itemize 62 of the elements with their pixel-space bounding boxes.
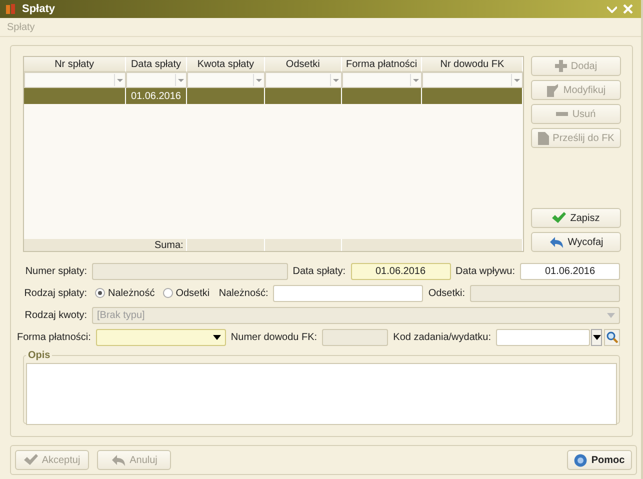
plus-icon <box>554 60 567 72</box>
app-icon <box>6 4 16 14</box>
chevron-down-icon[interactable] <box>607 6 617 12</box>
field-label: Numer spłaty: <box>24 266 87 276</box>
date-field[interactable]: 01.06.2016 <box>520 262 620 280</box>
help-button[interactable]: Pomoc <box>567 450 632 470</box>
dropdown-button[interactable] <box>591 328 602 346</box>
check-icon <box>552 212 566 224</box>
action-button[interactable]: Zapisz <box>531 208 621 228</box>
close-icon[interactable] <box>623 4 633 14</box>
filter-field[interactable] <box>265 72 342 88</box>
group-title: Opis <box>27 350 52 361</box>
column-header[interactable]: Kwota spłaty <box>187 57 266 72</box>
check-icon <box>24 454 38 466</box>
document-icon <box>538 132 549 144</box>
field-label: Data spłaty: <box>292 266 346 276</box>
radio-button[interactable]: Należność <box>95 288 155 298</box>
field-label: Rodzaj spłaty: <box>23 288 87 298</box>
column-header[interactable]: Nr dowodu FK <box>422 57 523 72</box>
field-label: Kod zadania/wydatku: <box>393 332 491 342</box>
dropdown-arrow-icon <box>592 334 600 340</box>
column-header[interactable]: Data spłaty <box>126 57 188 72</box>
table-row[interactable]: 01.06.2016 <box>24 88 523 104</box>
dropdown-arrow-icon <box>607 312 615 318</box>
action-button[interactable]: Wycofaj <box>531 232 621 252</box>
dropdown-icon[interactable] <box>253 74 264 86</box>
dropdown-icon[interactable] <box>114 74 125 86</box>
description-field[interactable] <box>26 363 617 425</box>
field-label: Należność: <box>218 288 268 298</box>
field-label: Data wpływu: <box>456 266 515 276</box>
minus-icon <box>556 112 568 116</box>
search-icon <box>606 331 618 343</box>
column-header[interactable]: Forma płatności <box>342 57 422 72</box>
search-button[interactable] <box>604 328 620 346</box>
filter-field[interactable] <box>422 72 523 88</box>
radio-button[interactable]: Odsetki <box>162 288 210 298</box>
filter-field[interactable] <box>342 72 422 88</box>
help-icon <box>574 454 588 466</box>
field-label: Forma płatności: <box>17 332 91 342</box>
dropdown-icon[interactable] <box>175 74 186 86</box>
column-header[interactable]: Odsetki <box>265 57 342 72</box>
filter-field[interactable] <box>187 72 266 88</box>
column-header[interactable]: Nr spłaty <box>24 57 126 72</box>
dropdown-icon[interactable] <box>510 74 522 86</box>
sum-label: Suma: <box>154 240 184 250</box>
filter-field[interactable] <box>24 72 126 88</box>
date-field[interactable]: 01.06.2016 <box>350 262 451 280</box>
edit-icon <box>546 84 560 96</box>
window-title: Spłaty <box>22 3 56 15</box>
field-label: Rodzaj kwoty: <box>24 310 87 320</box>
undo-icon <box>548 236 564 248</box>
dropdown-arrow-icon <box>212 334 221 340</box>
table-cell: 01.06.2016 <box>130 90 181 102</box>
dropdown-icon[interactable] <box>410 74 422 86</box>
dropdown-icon[interactable] <box>330 74 341 86</box>
amount-field[interactable] <box>273 284 424 302</box>
field-label: Odsetki: <box>428 288 465 298</box>
field-label: Numer dowodu FK: <box>230 332 318 342</box>
payment-form-dropdown[interactable] <box>96 328 226 346</box>
undo-icon <box>110 454 126 466</box>
filter-field[interactable] <box>126 72 188 88</box>
task-code-field[interactable] <box>496 328 590 346</box>
